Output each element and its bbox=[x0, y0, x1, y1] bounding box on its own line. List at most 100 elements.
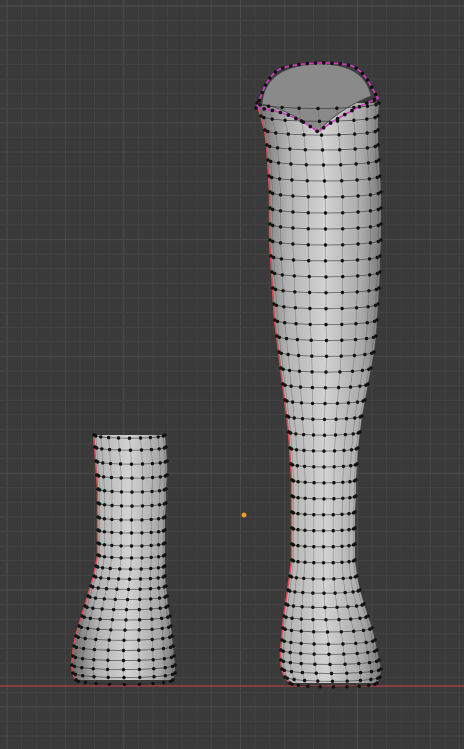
mesh-vertex[interactable] bbox=[166, 604, 170, 608]
mesh-vertex[interactable] bbox=[303, 528, 307, 532]
mesh-vertex[interactable] bbox=[352, 353, 357, 358]
mesh-vertex[interactable] bbox=[354, 478, 358, 482]
mesh-vertex[interactable] bbox=[301, 432, 306, 437]
mesh-vertex[interactable] bbox=[164, 445, 168, 449]
mesh-vertex[interactable] bbox=[312, 652, 316, 656]
mesh-vertex[interactable] bbox=[121, 667, 126, 672]
mesh-vertex[interactable] bbox=[299, 641, 303, 646]
mesh-vertex[interactable] bbox=[365, 101, 369, 105]
mesh-vertex[interactable] bbox=[377, 158, 381, 162]
object-origin-point[interactable] bbox=[241, 512, 247, 518]
mesh-vertex[interactable] bbox=[310, 354, 314, 358]
mesh-vertex[interactable] bbox=[115, 587, 119, 591]
mesh-vertex[interactable] bbox=[310, 401, 315, 406]
mesh-vertex[interactable] bbox=[299, 661, 303, 666]
mesh-vertex[interactable] bbox=[341, 243, 345, 247]
mesh-vertex[interactable] bbox=[158, 475, 162, 479]
mesh-vertex[interactable] bbox=[163, 541, 167, 545]
mesh-vertex[interactable] bbox=[152, 675, 156, 679]
mesh-vertex[interactable] bbox=[366, 161, 371, 165]
mesh-vertex[interactable] bbox=[278, 110, 283, 115]
mesh-vertex[interactable] bbox=[292, 677, 296, 682]
mesh-vertex[interactable] bbox=[163, 574, 167, 578]
mesh-vertex[interactable] bbox=[355, 574, 359, 578]
mesh-vertex[interactable] bbox=[346, 401, 351, 405]
mesh-vertex[interactable] bbox=[297, 62, 301, 67]
mesh-vertex[interactable] bbox=[291, 543, 296, 547]
mesh-vertex[interactable] bbox=[339, 163, 343, 167]
mesh-vertex[interactable] bbox=[317, 119, 322, 124]
mesh-vertex[interactable] bbox=[377, 101, 381, 105]
mesh-vertex[interactable] bbox=[165, 459, 169, 463]
mesh-vertex[interactable] bbox=[377, 658, 381, 662]
mesh-vertex[interactable] bbox=[313, 61, 318, 65]
mesh-vertex[interactable] bbox=[258, 103, 262, 107]
foot-mesh-object[interactable] bbox=[70, 433, 177, 687]
mesh-vertex[interactable] bbox=[322, 591, 326, 595]
mesh-vertex[interactable] bbox=[92, 647, 97, 652]
mesh-vertex[interactable] bbox=[280, 105, 284, 110]
mesh-vertex[interactable] bbox=[284, 615, 288, 619]
mesh-vertex[interactable] bbox=[323, 195, 328, 199]
mesh-vertex[interactable] bbox=[156, 543, 161, 547]
mesh-vertex[interactable] bbox=[354, 641, 358, 646]
mesh-vertex[interactable] bbox=[331, 685, 336, 689]
mesh-vertex[interactable] bbox=[127, 436, 132, 440]
mesh-vertex[interactable] bbox=[128, 448, 133, 452]
mesh-vertex[interactable] bbox=[373, 638, 377, 642]
mesh-vertex[interactable] bbox=[122, 675, 126, 680]
mesh-vertex[interactable] bbox=[315, 129, 319, 134]
mesh-vertex[interactable] bbox=[303, 512, 307, 516]
mesh-vertex[interactable] bbox=[327, 652, 331, 656]
mesh-vertex[interactable] bbox=[119, 490, 124, 494]
mesh-vertex[interactable] bbox=[326, 642, 331, 646]
mesh-vertex[interactable] bbox=[107, 682, 112, 686]
mesh-vertex[interactable] bbox=[375, 318, 379, 322]
mesh-vertex[interactable] bbox=[320, 148, 325, 152]
mesh-vertex[interactable] bbox=[355, 400, 360, 404]
mesh-vertex[interactable] bbox=[332, 481, 336, 485]
mesh-vertex[interactable] bbox=[369, 669, 374, 674]
mesh-vertex[interactable] bbox=[81, 646, 86, 651]
mesh-vertex[interactable] bbox=[122, 638, 126, 642]
mesh-vertex[interactable] bbox=[106, 648, 110, 652]
mesh-vertex[interactable] bbox=[122, 682, 127, 687]
mesh-vertex[interactable] bbox=[79, 625, 84, 629]
mesh-vertex[interactable] bbox=[262, 107, 267, 111]
mesh-vertex[interactable] bbox=[322, 417, 327, 422]
mesh-vertex[interactable] bbox=[330, 679, 335, 683]
mesh-vertex[interactable] bbox=[282, 639, 286, 643]
mesh-vertex[interactable] bbox=[356, 194, 360, 198]
mesh-vertex[interactable] bbox=[358, 384, 362, 388]
mesh-vertex[interactable] bbox=[321, 545, 326, 549]
mesh-vertex[interactable] bbox=[368, 193, 373, 197]
mesh-vertex[interactable] bbox=[156, 555, 161, 559]
mesh-vertex[interactable] bbox=[163, 674, 167, 678]
mesh-vertex[interactable] bbox=[156, 576, 160, 580]
mesh-vertex[interactable] bbox=[335, 106, 339, 110]
leg-mesh-object[interactable] bbox=[254, 61, 383, 689]
mesh-vertex[interactable] bbox=[335, 401, 340, 406]
mesh-vertex[interactable] bbox=[367, 177, 372, 181]
mesh-vertex[interactable] bbox=[106, 658, 110, 662]
mesh-vertex[interactable] bbox=[171, 644, 175, 648]
mesh-vertex[interactable] bbox=[270, 108, 275, 113]
mesh-vertex[interactable] bbox=[378, 174, 382, 178]
mesh-vertex[interactable] bbox=[362, 602, 366, 606]
mesh-vertex[interactable] bbox=[106, 435, 111, 440]
mesh-vertex[interactable] bbox=[85, 605, 89, 609]
mesh-vertex[interactable] bbox=[368, 273, 372, 277]
mesh-vertex[interactable] bbox=[331, 561, 335, 565]
mesh-vertex[interactable] bbox=[365, 104, 370, 108]
mesh-vertex[interactable] bbox=[110, 517, 114, 522]
mesh-vertex[interactable] bbox=[121, 658, 126, 663]
mesh-vertex[interactable] bbox=[163, 553, 167, 557]
mesh-vertex[interactable] bbox=[289, 575, 294, 579]
mesh-vertex[interactable] bbox=[150, 503, 154, 508]
mesh-vertex[interactable] bbox=[299, 617, 303, 621]
mesh-vertex[interactable] bbox=[303, 480, 307, 484]
mesh-vertex[interactable] bbox=[113, 597, 118, 602]
mesh-vertex[interactable] bbox=[283, 627, 287, 631]
mesh-vertex[interactable] bbox=[342, 652, 346, 656]
mesh-vertex[interactable] bbox=[97, 529, 102, 533]
